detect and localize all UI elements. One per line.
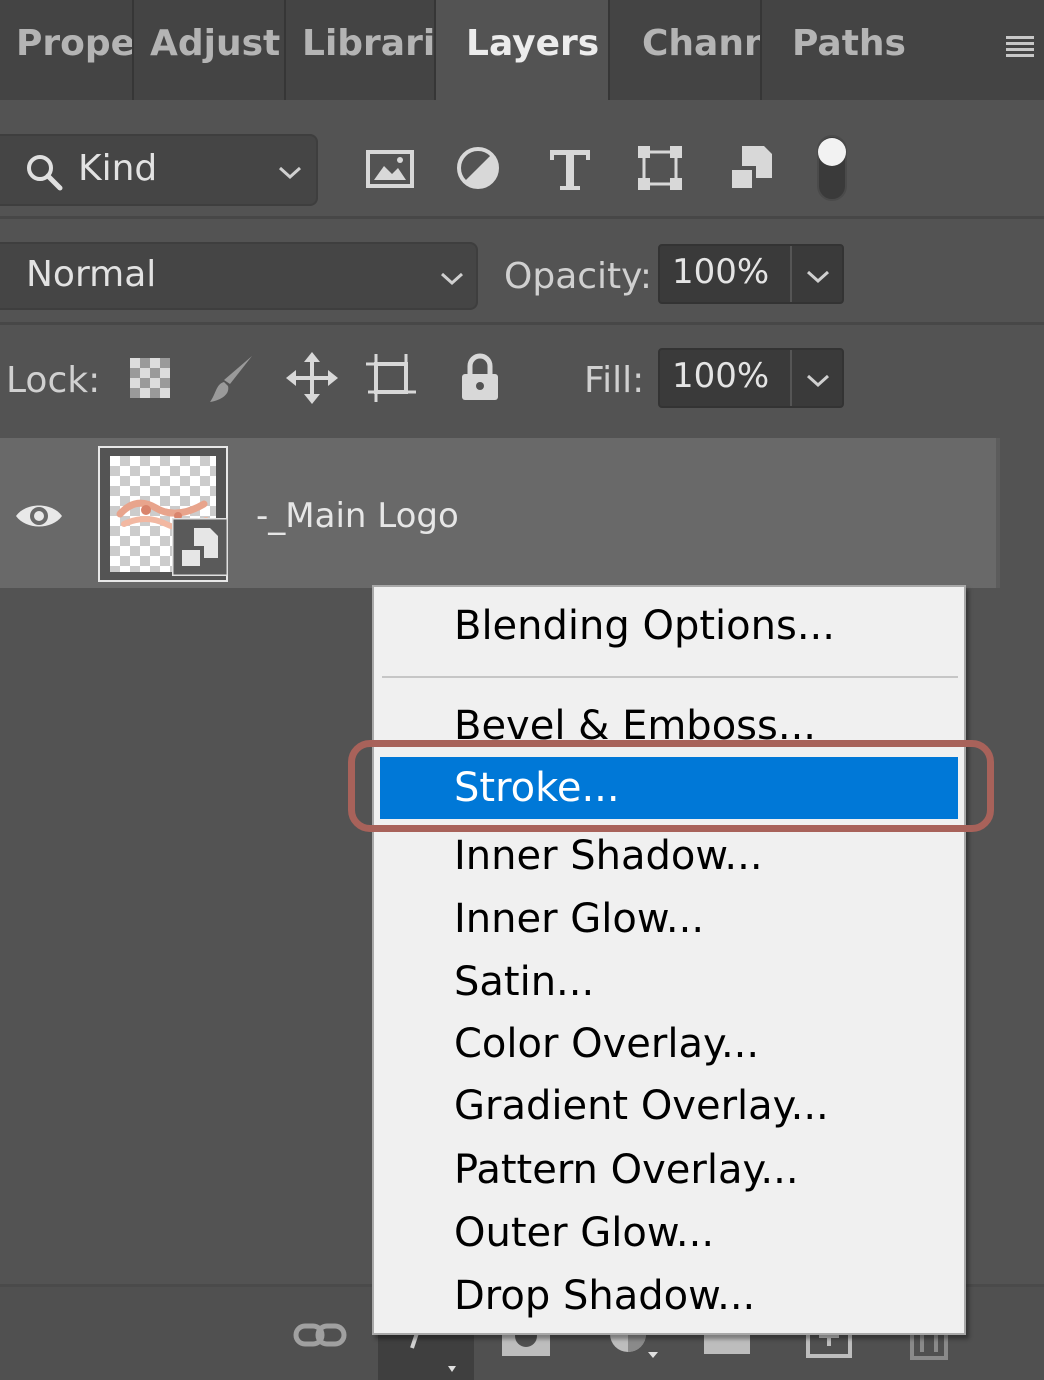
tab-libraries[interactable]: Librari (286, 0, 436, 100)
chevron-down-icon[interactable] (804, 266, 832, 286)
lock-transparent-pixels-icon[interactable] (124, 350, 176, 406)
menu-separator (382, 676, 958, 678)
divider (0, 322, 1044, 325)
smart-object-icon (172, 518, 228, 576)
fill-label: Fill: (584, 360, 645, 401)
tab-paths[interactable]: Paths (762, 0, 1044, 100)
filter-toggle-icon[interactable] (806, 130, 858, 206)
divider (0, 216, 1044, 219)
tab-layers[interactable]: Layers (436, 0, 610, 100)
lock-all-icon[interactable] (454, 350, 506, 406)
menu-item-outer-glow[interactable]: Outer Glow... (374, 1202, 964, 1264)
link-layers-icon[interactable] (292, 1312, 348, 1360)
chevron-down-icon (440, 272, 464, 286)
tab-channels[interactable]: Chann (610, 0, 762, 100)
menu-item-inner-shadow[interactable]: Inner Shadow... (374, 825, 964, 887)
layer-style-context-menu: Blending Options... Bevel & Emboss... St… (372, 585, 966, 1335)
chevron-down-icon[interactable] (804, 370, 832, 390)
type-layer-filter-icon[interactable] (544, 138, 596, 198)
lock-artboard-icon[interactable] (366, 350, 418, 406)
highlight-annotation-ring (348, 740, 994, 832)
menu-item-drop-shadow[interactable]: Drop Shadow... (374, 1265, 964, 1327)
lock-label: Lock: (6, 360, 101, 401)
chevron-down-icon (278, 166, 302, 180)
filter-kind-select[interactable]: Kind (0, 134, 318, 206)
menu-item-color-overlay[interactable]: Color Overlay... (374, 1013, 964, 1075)
pixel-layer-filter-icon[interactable] (364, 138, 416, 198)
search-icon (27, 155, 63, 191)
tab-properties[interactable]: Proper (0, 0, 134, 100)
shape-layer-filter-icon[interactable] (634, 138, 686, 198)
menu-item-pattern-overlay[interactable]: Pattern Overlay... (374, 1139, 964, 1201)
fill-field[interactable]: 100% (658, 348, 844, 408)
transparency-checkerboard (110, 456, 228, 576)
smart-object-filter-icon[interactable] (726, 138, 778, 198)
layer-name[interactable]: -_Main Logo (256, 496, 459, 536)
menu-item-blending-options[interactable]: Blending Options... (374, 595, 964, 657)
lock-position-icon[interactable] (286, 350, 338, 406)
menu-item-satin[interactable]: Satin... (374, 951, 964, 1013)
blend-mode-value: Normal (26, 254, 157, 295)
tab-adjustments[interactable]: Adjust (134, 0, 286, 100)
fill-value[interactable]: 100% (672, 356, 769, 396)
opacity-label: Opacity: (504, 256, 652, 297)
lock-image-pixels-icon[interactable] (206, 350, 258, 406)
blend-mode-select[interactable]: Normal (0, 242, 478, 310)
opacity-value[interactable]: 100% (672, 252, 769, 292)
divider (996, 438, 1000, 588)
menu-item-inner-glow[interactable]: Inner Glow... (374, 888, 964, 950)
filter-kind-label: Kind (78, 148, 158, 189)
panel-menu-icon[interactable] (1004, 30, 1036, 60)
divider (790, 246, 792, 302)
divider (790, 350, 792, 406)
panel-tab-bar: Proper Adjust Librari Layers Chann Paths (0, 0, 1044, 100)
menu-item-gradient-overlay[interactable]: Gradient Overlay... (374, 1075, 964, 1137)
eye-icon[interactable] (14, 498, 64, 534)
layer-thumbnail[interactable] (98, 446, 228, 582)
adjustment-layer-filter-icon[interactable] (452, 138, 504, 198)
opacity-field[interactable]: 100% (658, 244, 844, 304)
